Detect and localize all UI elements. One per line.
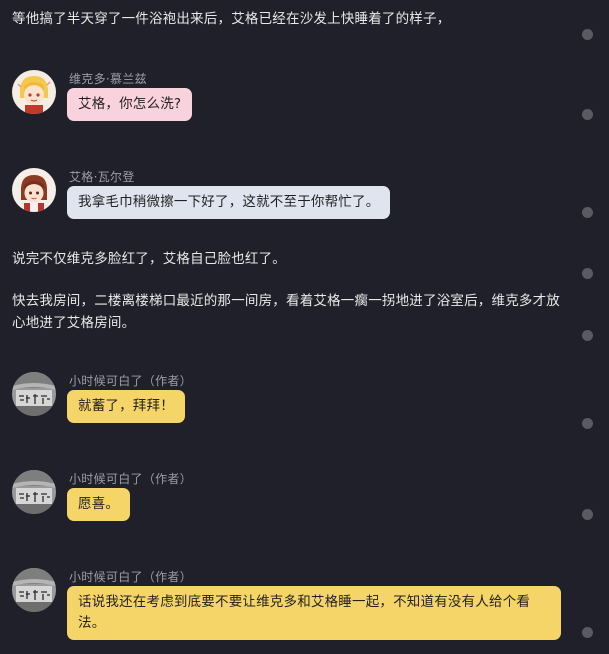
narration-paragraph: 快去我房间，二楼离楼梯口最近的那一间房，看着艾格一瘸一拐地进了浴室后，维克多才放… (12, 293, 560, 331)
victor-avatar[interactable] (12, 70, 56, 114)
speaker-name: 艾格·瓦尔登 (69, 170, 135, 184)
chat-story-stream: 等他搞了半天穿了一件浴袍出来后，艾格已经在沙发上快睡着了的样子， 维克多·慕兰兹… (0, 0, 609, 654)
narration-paragraph: 说完不仅维克多脸红了，艾格自己脸也红了。 (12, 251, 286, 267)
egg-avatar[interactable] (12, 168, 56, 212)
author-avatar[interactable] (12, 372, 56, 416)
speaker-name: 小时候可白了（作者） (69, 570, 193, 584)
paragraph-comment-dot-icon[interactable] (582, 109, 593, 120)
paragraph-comment-dot-icon[interactable] (582, 268, 593, 279)
paragraph-comment-dot-icon[interactable] (582, 418, 593, 429)
paragraph-comment-dot-icon[interactable] (582, 627, 593, 638)
paragraph-comment-dot-icon[interactable] (582, 509, 593, 520)
narration-paragraph: 等他搞了半天穿了一件浴袍出来后，艾格已经在沙发上快睡着了的样子， (12, 11, 451, 27)
message-bubble: 我拿毛巾稍微擦一下好了，这就不至于你帮忙了。 (67, 186, 391, 219)
author-avatar[interactable] (12, 568, 56, 612)
paragraph-comment-dot-icon[interactable] (582, 330, 593, 341)
speaker-name: 维克多·慕兰兹 (69, 72, 147, 86)
paragraph-comment-dot-icon[interactable] (582, 29, 593, 40)
message-bubble: 艾格，你怎么洗? (67, 88, 193, 121)
paragraph-comment-dot-icon[interactable] (582, 207, 593, 218)
message-bubble: 话说我还在考虑到底要不要让维克多和艾格睡一起，不知道有没有人给个看法。 (67, 586, 561, 640)
speaker-name: 小时候可白了（作者） (69, 374, 193, 388)
author-avatar[interactable] (12, 470, 56, 514)
speaker-name: 小时候可白了（作者） (69, 472, 193, 486)
message-bubble: 愿喜。 (67, 488, 131, 521)
message-bubble: 就蓄了，拜拜！ (67, 390, 185, 423)
